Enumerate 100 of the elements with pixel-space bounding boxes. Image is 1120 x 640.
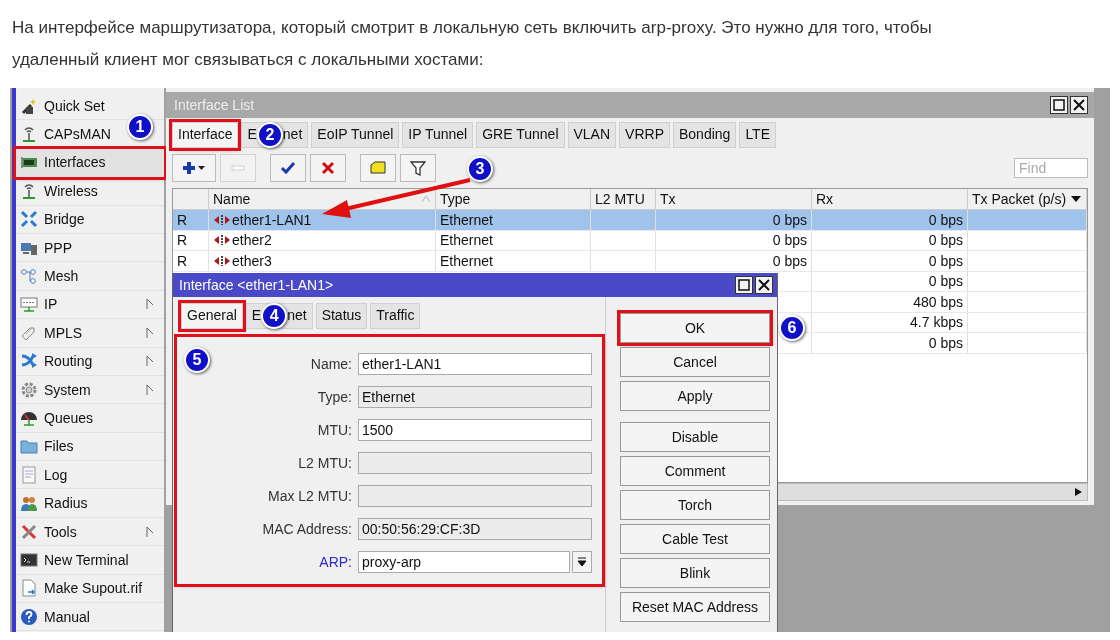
- arrows-icon: [20, 210, 38, 229]
- disable-button[interactable]: [310, 154, 346, 182]
- crossed-arrows-icon: [20, 352, 38, 371]
- funnel-icon: [410, 160, 426, 176]
- tab[interactable]: Status: [315, 303, 368, 329]
- sidebar-item[interactable]: MPLS: [16, 319, 164, 348]
- dialog-button[interactable]: Blink: [620, 558, 770, 588]
- dialog-button[interactable]: Apply: [620, 381, 770, 411]
- tab[interactable]: VLAN: [567, 122, 617, 148]
- table-cell: R: [173, 210, 209, 230]
- table-cell: 0 bps: [656, 210, 812, 230]
- column-header[interactable]: Rx: [812, 189, 968, 209]
- right-arrow-icon[interactable]: [1073, 487, 1083, 497]
- dialog-button[interactable]: Reset MAC Address: [620, 592, 770, 622]
- sidebar-item[interactable]: IP: [16, 290, 164, 320]
- submenu-arrow-icon: [146, 355, 154, 368]
- dialog-title: Interface <ether1-LAN1>: [179, 277, 334, 293]
- add-button[interactable]: [172, 154, 216, 182]
- table-cell: R: [173, 251, 209, 271]
- close-icon[interactable]: [755, 276, 773, 294]
- table-row[interactable]: R ether2 Ethernet 0 bps 0 bps: [173, 230, 1087, 251]
- dropdown-field[interactable]: proxy-arp: [358, 550, 570, 573]
- sidebar-item[interactable]: Tools: [16, 517, 164, 547]
- table-cell: R: [173, 230, 209, 250]
- tab[interactable]: EoIP Tunnel: [311, 122, 400, 148]
- input-field[interactable]: [358, 484, 592, 507]
- antenna-icon: [20, 125, 38, 144]
- check-icon: [280, 160, 296, 176]
- gear-icon: [20, 380, 38, 399]
- sidebar-item[interactable]: Bridge: [16, 205, 164, 234]
- column-header[interactable]: L2 MTU: [591, 189, 656, 209]
- document-icon: [20, 465, 38, 484]
- submenu-arrow-icon: [146, 525, 154, 538]
- field-label: L2 MTU:: [298, 454, 352, 471]
- dialog-button[interactable]: Cancel: [620, 347, 770, 377]
- table-cell: ether3: [209, 251, 436, 271]
- ethernet-icon: [213, 254, 231, 267]
- sidebar-item[interactable]: PPP: [16, 233, 164, 263]
- dialog-button[interactable]: OK: [620, 313, 770, 343]
- field-label: MAC Address:: [262, 520, 352, 537]
- sidebar-item[interactable]: Interfaces: [16, 148, 164, 178]
- input-field[interactable]: 1500: [358, 418, 592, 441]
- input-field[interactable]: [358, 451, 592, 474]
- sidebar-item[interactable]: Files: [16, 432, 164, 462]
- tab[interactable]: Traffic: [370, 303, 421, 329]
- tab[interactable]: VRRP: [619, 122, 670, 148]
- maximize-icon[interactable]: [1050, 96, 1068, 114]
- comment-button[interactable]: [360, 154, 396, 182]
- ip-icon: [20, 295, 38, 314]
- sidebar-item[interactable]: Mesh: [16, 262, 164, 291]
- plus-icon: [182, 160, 206, 176]
- tab[interactable]: General: [181, 303, 243, 329]
- table-cell: 4.7 kbps: [812, 312, 968, 332]
- dialog-button[interactable]: Cable Test: [620, 524, 770, 554]
- field-label: Max L2 MTU:: [268, 487, 352, 504]
- table-row[interactable]: R ether3 Ethernet 0 bps 0 bps: [173, 251, 1087, 272]
- sidebar-item[interactable]: New Terminal: [16, 546, 164, 575]
- filter-button[interactable]: [400, 154, 436, 182]
- column-header[interactable]: Type: [436, 189, 591, 209]
- submenu-arrow-icon: [146, 383, 154, 396]
- field-label: Name:: [310, 355, 352, 372]
- input-field[interactable]: 00:50:56:29:CF:3D: [358, 517, 592, 540]
- dialog-button[interactable]: Torch: [620, 490, 770, 520]
- dialog-button[interactable]: Disable: [620, 422, 770, 452]
- window-title: Interface List: [174, 97, 255, 113]
- sidebar-item[interactable]: System: [16, 375, 164, 405]
- dialog-button[interactable]: Comment: [620, 456, 770, 486]
- dropdown-icon[interactable]: [1070, 195, 1082, 203]
- ethernet-icon: [213, 213, 231, 226]
- sidebar-item[interactable]: Manual: [16, 603, 164, 632]
- antenna-icon: [20, 181, 38, 200]
- tab[interactable]: E 4 net: [245, 303, 313, 329]
- step-badge: 2: [256, 122, 283, 149]
- tools-icon: [20, 522, 38, 541]
- sidebar-item[interactable]: Routing: [16, 347, 164, 376]
- tab[interactable]: Bonding: [673, 122, 737, 148]
- table-row[interactable]: R ether1-LAN1 Ethernet 0 bps 0 bps: [173, 210, 1087, 231]
- dropdown-arrow-icon: [577, 556, 587, 567]
- sidebar-item[interactable]: Queues: [16, 404, 164, 433]
- enable-button[interactable]: [270, 154, 306, 182]
- tab[interactable]: Interface: [172, 122, 239, 148]
- sidebar-item[interactable]: Radius: [16, 489, 164, 518]
- tab[interactable]: IP Tunnel: [402, 122, 474, 148]
- dropdown-button[interactable]: [572, 550, 592, 573]
- table-cell: 480 bps: [812, 292, 968, 312]
- tab[interactable]: E 2 net: [241, 122, 309, 148]
- sidebar-item[interactable]: Wireless: [16, 177, 164, 206]
- input-field[interactable]: ether1-LAN1: [358, 352, 592, 375]
- find-field[interactable]: Find: [1014, 158, 1088, 178]
- tab[interactable]: GRE Tunnel: [476, 122, 565, 148]
- table-cell: 0 bps: [812, 210, 968, 230]
- close-icon[interactable]: [1070, 96, 1088, 114]
- sidebar-item[interactable]: Log: [16, 461, 164, 490]
- column-header[interactable]: Tx: [656, 189, 812, 209]
- column-header[interactable]: Tx Packet (p/s): [968, 189, 1087, 209]
- maximize-icon[interactable]: [735, 276, 753, 294]
- sidebar-item[interactable]: Make Supout.rif: [16, 574, 164, 604]
- tab[interactable]: LTE: [739, 122, 776, 148]
- input-field[interactable]: Ethernet: [358, 385, 592, 408]
- table-cell: Ethernet: [436, 251, 591, 271]
